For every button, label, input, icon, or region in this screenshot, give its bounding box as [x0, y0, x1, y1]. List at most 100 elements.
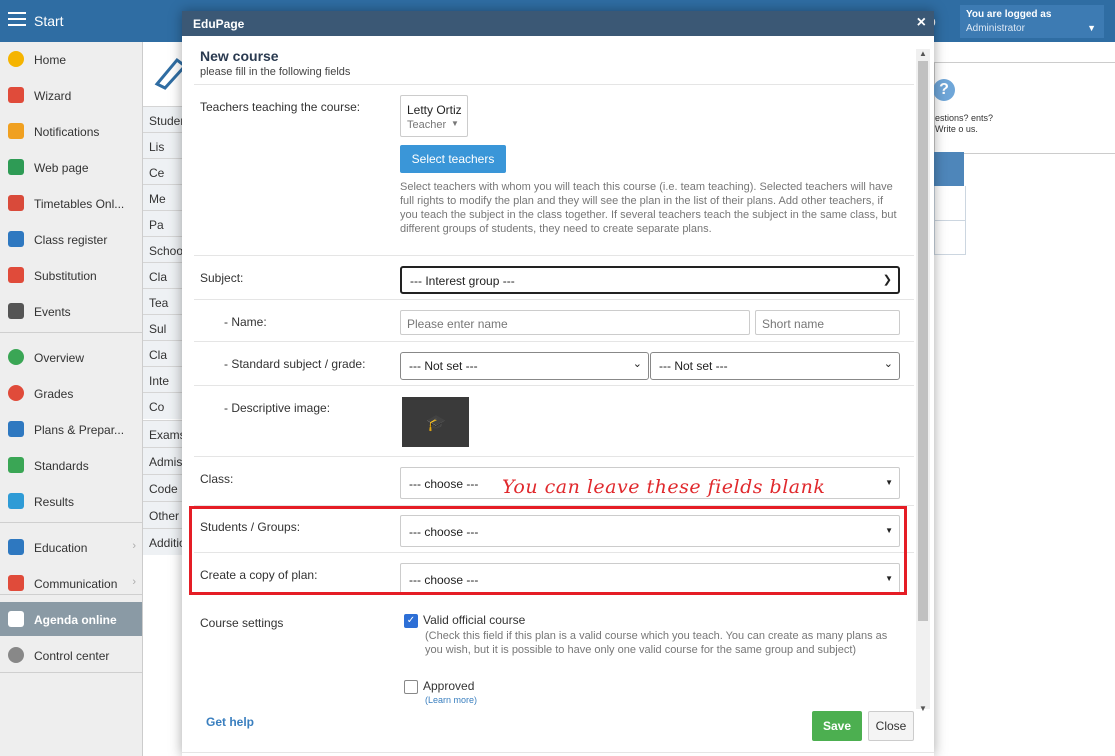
scroll-down-icon[interactable]: ▼	[919, 704, 927, 713]
sidebar-divider	[0, 594, 142, 595]
graduation-cap-icon: 🎓	[426, 415, 446, 432]
sidebar-item-substitution[interactable]: Substitution	[0, 258, 142, 292]
name-placeholder: Please enter name	[407, 317, 508, 331]
standard-subject-label: - Standard subject / grade:	[224, 357, 366, 371]
menu-icon[interactable]	[8, 12, 26, 26]
descriptive-image[interactable]: 🎓	[402, 397, 469, 447]
sidebar-item-label: Standards	[34, 459, 89, 473]
dialog-title: EduPage	[193, 17, 245, 31]
close-button[interactable]: Close	[868, 711, 914, 741]
standard-subject-select[interactable]: --- Not set --- ⌄	[400, 352, 649, 380]
dialog-scrollbar[interactable]: ▲ ▼	[916, 49, 930, 713]
sidebar-item-label: Grades	[34, 387, 74, 401]
course-settings-label: Course settings	[200, 616, 284, 630]
shield-icon	[8, 457, 24, 473]
background-tab-label: Additio	[149, 536, 186, 550]
calendar-icon	[8, 303, 24, 319]
background-tab-label: Lis	[149, 140, 165, 154]
start-label[interactable]: Start	[34, 13, 64, 29]
teachers-help-text: Select teachers with whom you will teach…	[400, 181, 897, 235]
sidebar-item-label: Education	[34, 541, 88, 555]
valid-official-checkbox[interactable]: ✓	[404, 614, 418, 628]
sidebar-item-control-center[interactable]: Control center	[0, 638, 142, 672]
open-book-icon	[8, 539, 24, 555]
save-button[interactable]: Save	[812, 711, 862, 741]
background-tab-fragment: Schoo	[143, 236, 183, 263]
short-name-input[interactable]: Short name	[755, 310, 900, 335]
background-tab-fragment: Exams	[143, 420, 186, 447]
sidebar-item-web-page[interactable]: Web page	[0, 150, 142, 184]
highlight-box	[189, 506, 907, 595]
close-icon[interactable]: ×	[917, 14, 926, 32]
sidebar-item-results[interactable]: Results	[0, 484, 142, 518]
get-help-link[interactable]: Get help	[206, 715, 254, 729]
sidebar-item-class-register[interactable]: Class register	[0, 222, 142, 256]
sidebar-item-wizard[interactable]: Wizard	[0, 78, 142, 112]
sidebar-item-events[interactable]: Events	[0, 294, 142, 328]
sidebar-item-overview[interactable]: Overview	[0, 340, 142, 374]
divider	[194, 84, 914, 85]
background-tab-label: Ce	[149, 166, 165, 180]
background-tab-label: Code	[149, 482, 178, 496]
divider	[194, 255, 914, 256]
short-name-placeholder: Short name	[762, 317, 825, 331]
background-tab-fragment: Co	[143, 392, 183, 419]
subject-select[interactable]: --- Interest group --- ❯	[400, 266, 900, 294]
check-circle-icon	[8, 349, 24, 365]
sidebar: Home Wizard Notifications Web page Timetable…	[0, 42, 143, 756]
grid-icon	[8, 195, 24, 211]
approved-checkbox[interactable]	[404, 680, 418, 694]
chevron-right-icon: ›	[132, 576, 136, 588]
background-tab-fragment: Tea	[143, 288, 183, 315]
sidebar-item-education[interactable]: Education ›	[0, 530, 142, 564]
divider	[182, 752, 934, 753]
sidebar-item-agenda-online[interactable]: Agenda online	[0, 602, 142, 636]
sidebar-item-label: Timetables Onl...	[34, 197, 125, 211]
chevron-down-icon: ❯	[882, 274, 892, 286]
valid-official-label: Valid official course	[423, 613, 526, 627]
teachers-label: Teachers teaching the course:	[200, 100, 361, 114]
sidebar-item-label: Class register	[34, 233, 108, 247]
form-subheading: please fill in the following fields	[200, 66, 351, 78]
grade-select[interactable]: --- Not set --- ⌄	[650, 352, 900, 380]
sidebar-item-home[interactable]: Home	[0, 42, 142, 76]
sidebar-item-grades[interactable]: Grades	[0, 376, 142, 410]
sidebar-item-label: Overview	[34, 351, 85, 365]
sidebar-item-notifications[interactable]: Notifications	[0, 114, 142, 148]
background-tab-fragment: Lis	[143, 132, 183, 159]
chevron-down-icon: ▼	[1087, 23, 1096, 33]
background-tab-fragment: Me	[143, 184, 183, 211]
background-tab-label: Exams	[149, 428, 186, 442]
scrollbar-thumb[interactable]	[918, 61, 928, 621]
help-text: estions? ents? Write o us.	[935, 113, 994, 134]
sidebar-item-label: Web page	[34, 161, 89, 175]
select-teachers-button[interactable]: Select teachers	[400, 145, 506, 173]
background-tab-fragment: Sul	[143, 314, 183, 341]
name-input[interactable]: Please enter name	[400, 310, 750, 335]
background-tab-fragment: Other	[143, 501, 183, 528]
background-tab-fragment: Additio	[143, 528, 186, 555]
background-tab-fragment: Cla	[143, 262, 183, 289]
account-menu[interactable]: You are logged as Administrator ▼	[960, 5, 1104, 38]
background-tab-label: Co	[149, 400, 165, 414]
background-tab-fragment: Studen	[143, 106, 187, 133]
background-table-header	[934, 152, 964, 186]
descriptive-image-label: - Descriptive image:	[224, 401, 331, 415]
form-heading: New course	[200, 48, 279, 64]
background-tab-label: Cla	[149, 348, 168, 362]
subject-label: Subject:	[200, 271, 244, 285]
sidebar-item-timetables-onl[interactable]: Timetables Onl...	[0, 186, 142, 220]
scroll-up-icon[interactable]: ▲	[919, 49, 927, 58]
chart-circle-icon	[8, 385, 24, 401]
sidebar-item-label: Results	[34, 495, 75, 509]
sidebar-item-label: Substitution	[34, 269, 97, 283]
sidebar-item-label: Wizard	[34, 89, 72, 103]
teacher-chip[interactable]: Letty Ortiz Teacher ▼	[400, 95, 468, 137]
learn-more-link[interactable]: (Learn more)	[425, 695, 477, 705]
question-icon[interactable]: ?	[933, 79, 955, 101]
background-tab-fragment: Ce	[143, 158, 183, 185]
sidebar-item-plans-prepar[interactable]: Plans & Prepar...	[0, 412, 142, 446]
sidebar-item-standards[interactable]: Standards	[0, 448, 142, 482]
background-tab-label: Schoo	[149, 244, 184, 258]
standard-subject-value: --- Not set ---	[409, 359, 478, 373]
